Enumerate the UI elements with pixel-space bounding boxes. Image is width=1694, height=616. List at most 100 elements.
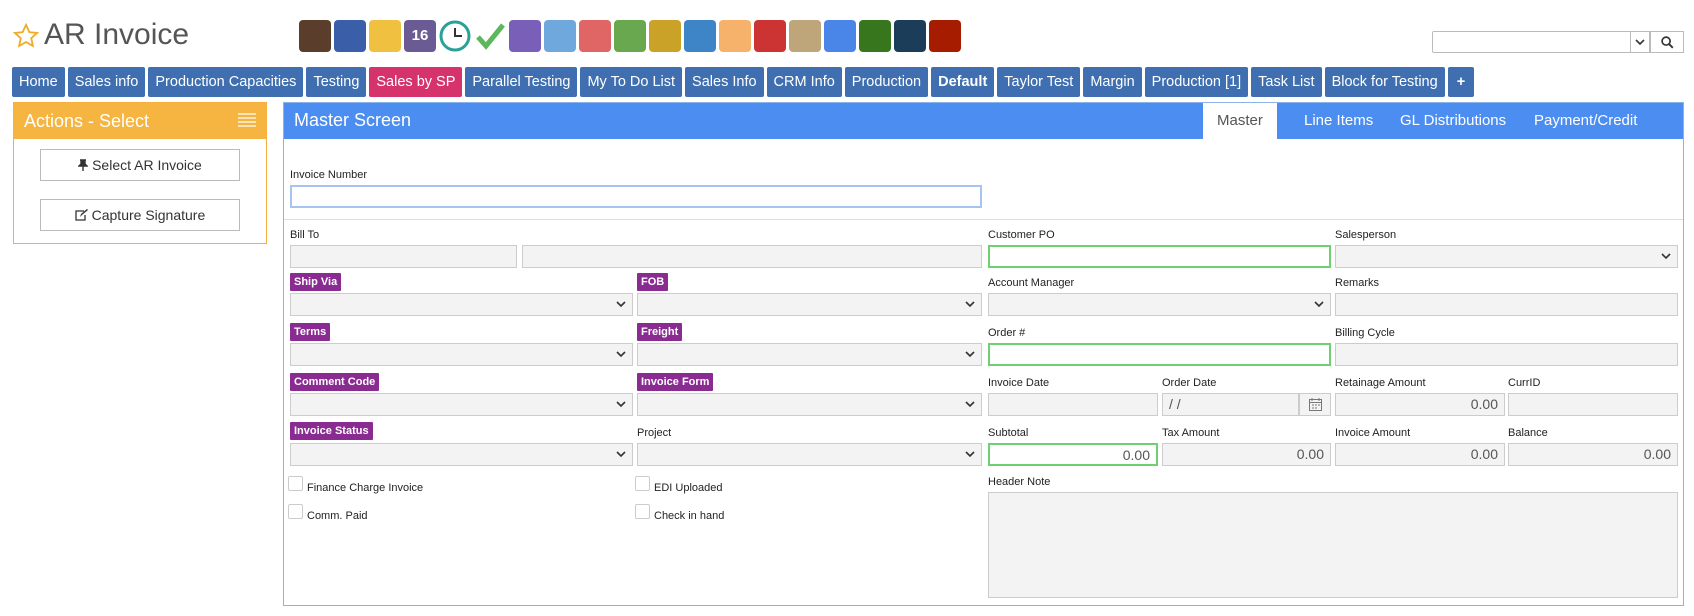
capture-signature-button[interactable]: Capture Signature <box>40 199 240 231</box>
search-dropdown-button[interactable] <box>1630 31 1650 53</box>
order-date-picker-button[interactable] <box>1299 393 1331 416</box>
chevron-down-icon <box>965 451 975 458</box>
search-button[interactable] <box>1650 31 1684 53</box>
bill-to-name-input[interactable] <box>522 245 982 268</box>
clock-icon[interactable] <box>439 20 471 52</box>
terms-select[interactable] <box>290 343 633 366</box>
nav-tab-taylor-test[interactable]: Taylor Test <box>997 67 1081 97</box>
comm-paid-checkbox[interactable] <box>288 504 303 519</box>
nav-tab-parallel-testing[interactable]: Parallel Testing <box>465 67 578 97</box>
customer-po-label: Customer PO <box>988 229 1055 241</box>
project-select[interactable] <box>637 443 982 466</box>
freight-select[interactable] <box>637 343 982 366</box>
nav-tab-production-1[interactable]: Production [1] <box>1144 67 1249 97</box>
curr-id-input[interactable] <box>1508 393 1678 416</box>
chevron-down-icon <box>965 351 975 358</box>
nav-tab-block-for-testing[interactable]: Block for Testing <box>1324 67 1445 97</box>
invoice-number-input[interactable] <box>290 185 982 208</box>
nav-tab-margin[interactable]: Margin <box>1083 67 1142 97</box>
vault-icon[interactable] <box>894 20 926 52</box>
fob-select[interactable] <box>637 293 982 316</box>
search-input[interactable] <box>1432 31 1632 53</box>
bill-to-code-input[interactable] <box>290 245 517 268</box>
edit-icon <box>75 209 88 221</box>
invoice-status-label: Invoice Status <box>290 422 373 440</box>
magnifier-icon[interactable] <box>544 20 576 52</box>
nav-tab-sales-by-sp[interactable]: Sales by SP <box>369 67 463 97</box>
tax-amount-input[interactable]: 0.00 <box>1162 443 1331 466</box>
nav-tab-default[interactable]: Default <box>931 67 995 97</box>
edi-uploaded-checkbox[interactable] <box>635 476 650 491</box>
calendar-day-label: 16 <box>411 27 429 44</box>
checkmark-icon[interactable] <box>474 20 506 52</box>
check-in-hand-checkbox[interactable] <box>635 504 650 519</box>
keyboard-icon[interactable] <box>509 20 541 52</box>
clipboard-icon[interactable] <box>789 20 821 52</box>
chat-dollar-icon[interactable] <box>754 20 786 52</box>
billing-cycle-label: Billing Cycle <box>1335 327 1395 339</box>
chevron-down-icon <box>1661 253 1671 260</box>
favorite-star-icon[interactable] <box>12 22 40 50</box>
order-date-input[interactable]: / / <box>1162 393 1299 416</box>
nav-tab-task-list[interactable]: Task List <box>1251 67 1322 97</box>
pencil-icon[interactable] <box>824 20 856 52</box>
invoice-date-label: Invoice Date <box>988 377 1050 389</box>
download-box-icon[interactable] <box>649 20 681 52</box>
finance-charge-invoice-checkbox[interactable] <box>288 476 303 491</box>
chevron-down-icon <box>1635 39 1645 46</box>
invoice-amount-input[interactable]: 0.00 <box>1335 443 1505 466</box>
subtotal-input[interactable]: 0.00 <box>988 443 1158 466</box>
header-note-textarea[interactable] <box>988 492 1678 598</box>
nav-tab-my-to-do-list[interactable]: My To Do List <box>580 67 683 97</box>
money-icon[interactable] <box>859 20 891 52</box>
nav-tab-sales-info[interactable]: Sales Info <box>685 67 764 97</box>
remarks-input[interactable] <box>1335 293 1678 316</box>
invoice-status-select[interactable] <box>290 443 633 466</box>
salesperson-label: Salesperson <box>1335 229 1397 241</box>
salesperson-select[interactable] <box>1335 245 1678 268</box>
tab-master[interactable]: Master <box>1203 103 1277 139</box>
hamburger-menu-icon[interactable] <box>238 113 256 127</box>
invoice-form-select[interactable] <box>637 393 982 416</box>
order-number-input[interactable] <box>988 343 1331 366</box>
person-icon[interactable] <box>334 20 366 52</box>
billing-cycle-input[interactable] <box>1335 343 1678 366</box>
invoice-date-input[interactable] <box>988 393 1158 416</box>
ship-via-label: Ship Via <box>290 273 342 291</box>
order-date-label: Order Date <box>1162 377 1217 389</box>
project-label: Project <box>637 427 672 439</box>
nav-tab-production[interactable]: Production <box>844 67 929 97</box>
nav-tab-crm-info[interactable]: CRM Info <box>766 67 842 97</box>
actions-header: Actions - Select <box>14 103 266 139</box>
pin-icon <box>77 159 89 171</box>
retainage-amount-input[interactable]: 0.00 <box>1335 393 1505 416</box>
chevron-down-icon <box>965 401 975 408</box>
tab-payment-credit-history[interactable]: Payment/Credit History <box>1520 103 1683 165</box>
nav-tabs: Home Sales info Production Capacities Testi… <box>12 67 1475 97</box>
balance-input[interactable]: 0.00 <box>1508 443 1678 466</box>
tab-gl-distributions[interactable]: GL Distributions <box>1386 103 1520 139</box>
nav-tab-home[interactable]: Home <box>12 67 65 97</box>
customer-po-input[interactable] <box>988 245 1331 268</box>
nav-tab-production-capacities[interactable]: Production Capacities <box>148 67 304 97</box>
upload-box-icon[interactable] <box>684 20 716 52</box>
basket-icon[interactable] <box>614 20 646 52</box>
select-ar-invoice-button[interactable]: Select AR Invoice <box>40 149 240 181</box>
bank-icon[interactable] <box>299 20 331 52</box>
account-manager-select[interactable] <box>988 293 1331 316</box>
weather-icon[interactable] <box>369 20 401 52</box>
tax-amount-label: Tax Amount <box>1162 427 1220 439</box>
ship-via-select[interactable] <box>290 293 633 316</box>
truck-icon[interactable] <box>579 20 611 52</box>
handshake-icon[interactable] <box>719 20 751 52</box>
invoice-number-label: Invoice Number <box>290 169 368 181</box>
factory-icon[interactable] <box>929 20 961 52</box>
nav-tab-add-button[interactable]: + <box>1447 67 1475 97</box>
tab-line-items[interactable]: Line Items <box>1290 103 1387 139</box>
bill-to-label: Bill To <box>290 229 320 241</box>
calendar-16-icon[interactable]: 16 <box>404 20 436 52</box>
nav-tab-sales-info[interactable]: Sales info <box>67 67 146 97</box>
calendar-icon <box>1308 398 1322 411</box>
nav-tab-testing[interactable]: Testing <box>306 67 367 97</box>
comment-code-select[interactable] <box>290 393 633 416</box>
